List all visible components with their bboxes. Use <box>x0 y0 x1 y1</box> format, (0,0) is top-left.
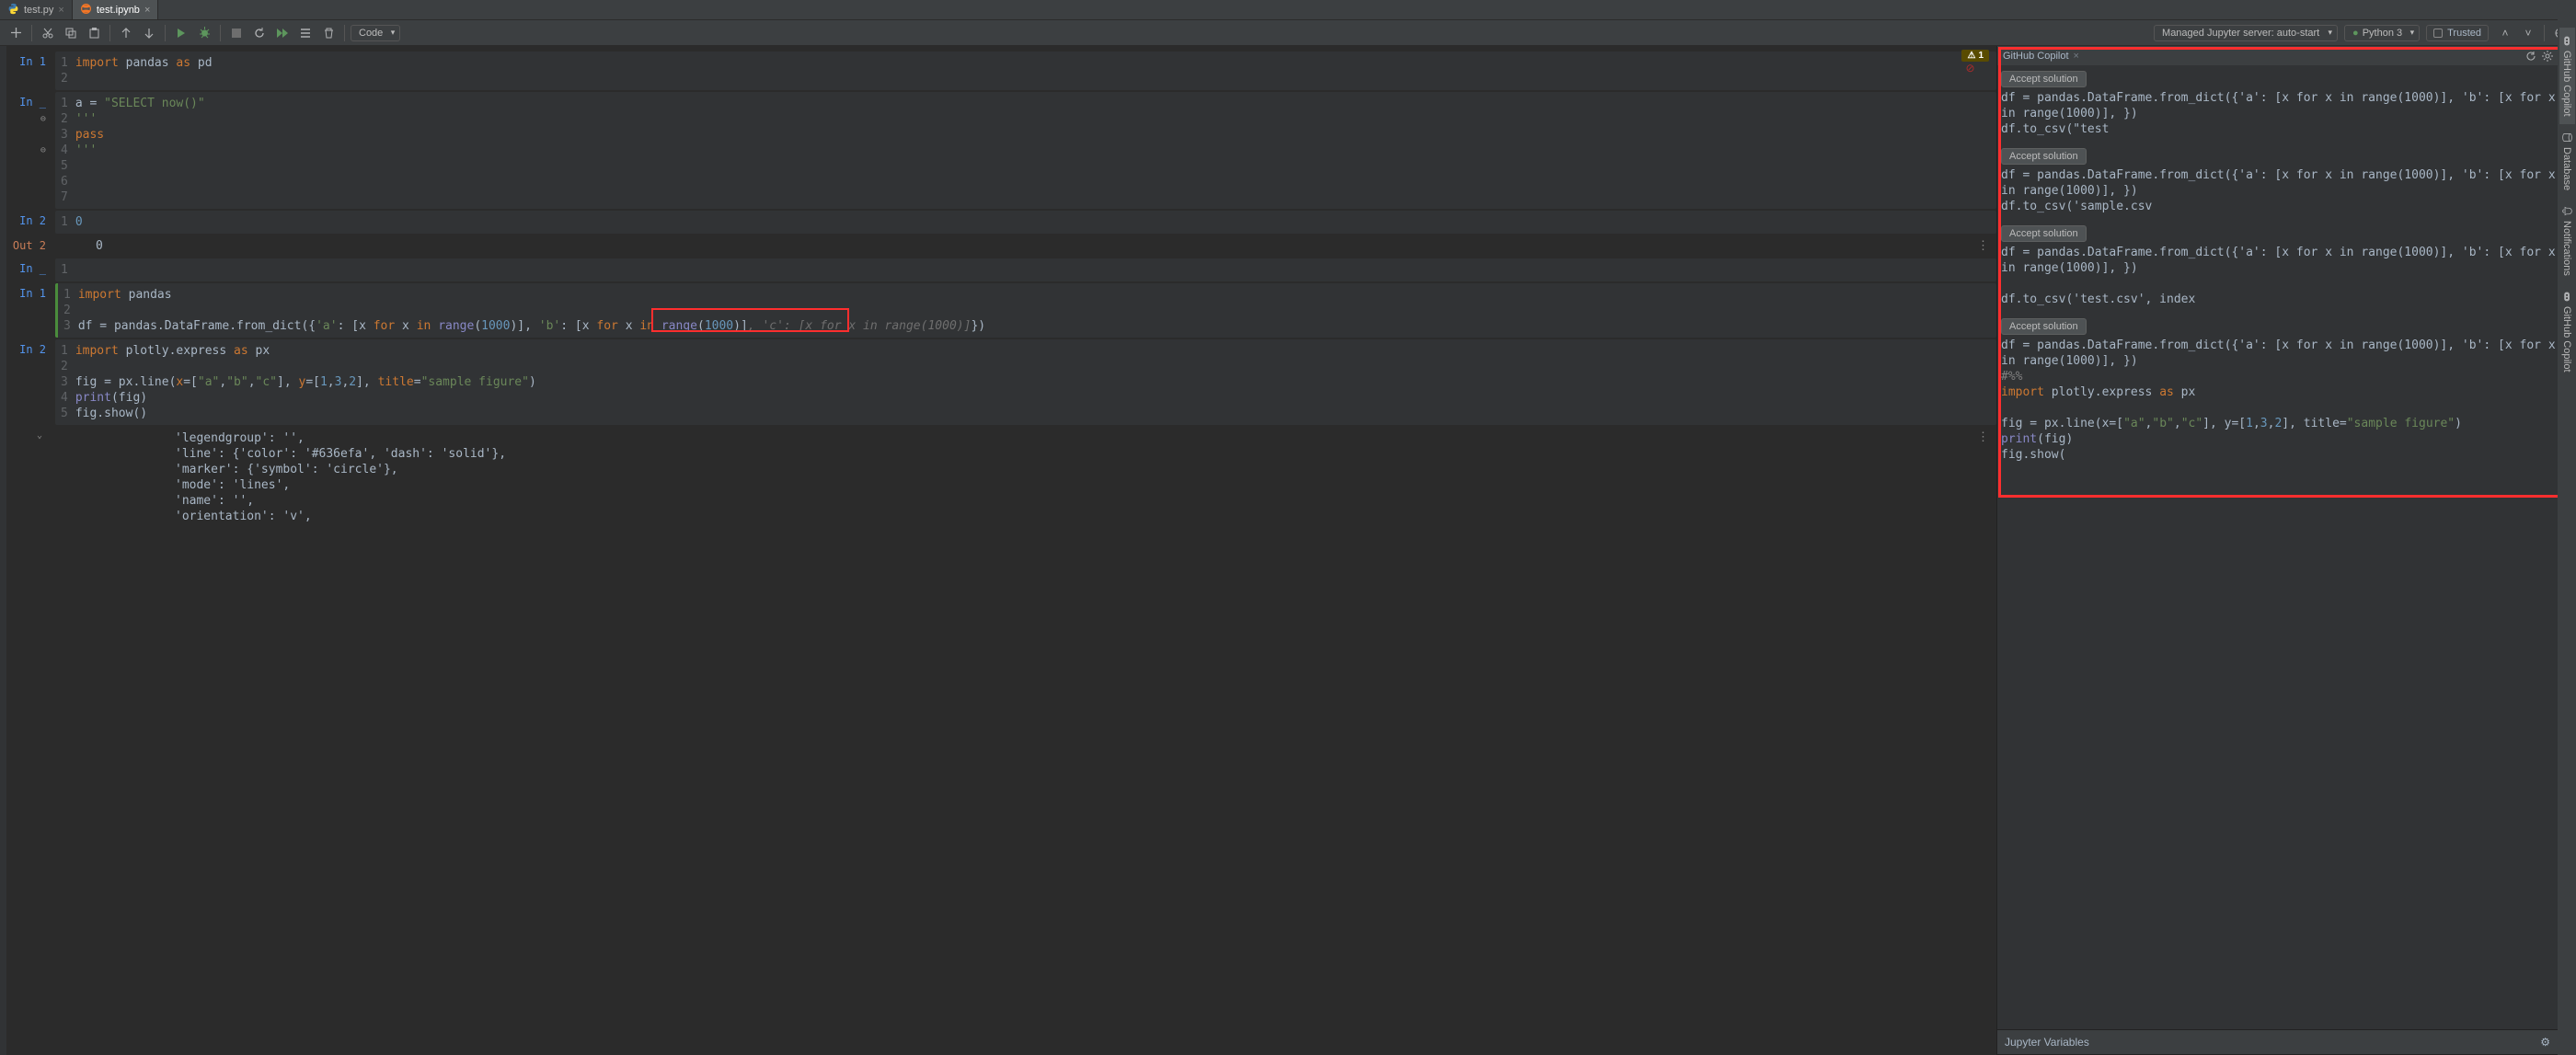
warning-badge[interactable]: ⚠ 1 <box>1961 50 1989 62</box>
close-icon[interactable]: × <box>144 5 150 16</box>
cell-prompt: In 2 <box>0 339 55 425</box>
overflow-icon[interactable]: ⋮ <box>1977 430 1989 444</box>
output-cell: ⌄⋮'legendgroup': '','line': {'color': '#… <box>55 427 1996 528</box>
tab-label: test.ipynb <box>97 5 140 16</box>
move-down-button[interactable] <box>139 23 159 43</box>
notebook-editor[interactable]: ⚠ 1 ⊘ In 112import pandas as pd In _1234… <box>0 46 1996 1055</box>
variables-button[interactable] <box>295 23 316 43</box>
copilot-icon <box>2561 35 2573 47</box>
cell-prompt: In 2 <box>0 211 55 234</box>
accept-solution-button[interactable]: Accept solution <box>2001 71 2087 87</box>
code-cell[interactable]: 10 <box>55 211 1996 234</box>
clear-output-button[interactable] <box>318 23 339 43</box>
solution-code: df = pandas.DataFrame.from_dict({'a': [x… <box>2001 338 2570 463</box>
gear-icon[interactable] <box>2542 51 2553 62</box>
cell-prompt: In 1 <box>0 283 55 338</box>
python-icon <box>7 3 19 17</box>
cell-prompt: Out 2 <box>0 235 55 257</box>
database-icon <box>2561 132 2573 143</box>
tool-window-tab[interactable]: Notifications <box>2559 198 2575 283</box>
copilot-icon <box>2561 291 2573 303</box>
close-icon[interactable]: × <box>2074 51 2079 62</box>
solution-code: df = pandas.DataFrame.from_dict({'a': [x… <box>2001 245 2570 307</box>
editor-tab[interactable]: test.ipynb × <box>73 0 159 19</box>
output-cell: ⋮0 <box>55 235 1996 257</box>
gear-icon[interactable]: ⚙ <box>2540 1036 2550 1049</box>
jupyter-variables-title: Jupyter Variables <box>2005 1036 2540 1049</box>
cell-prompt <box>0 427 55 528</box>
chevron-down-icon[interactable]: ˅ <box>2518 23 2538 43</box>
editor-tab[interactable]: test.py × <box>0 0 73 19</box>
move-up-button[interactable] <box>116 23 136 43</box>
jupyter-icon <box>80 3 92 17</box>
code-cell[interactable]: 123import pandas df = pandas.DataFrame.f… <box>55 283 1996 338</box>
cell-type-selector[interactable]: Code <box>351 25 400 41</box>
restart-button[interactable] <box>249 23 270 43</box>
code-cell[interactable]: 1234567a = "SELECT now()"⊖'''pass⊖''' <box>55 92 1996 209</box>
cell-prompt: In 1 <box>0 52 55 90</box>
code-cell[interactable]: 12import pandas as pd <box>55 52 1996 90</box>
tool-window-tab[interactable]: GitHub Copilot <box>2559 283 2575 380</box>
kernel-selector[interactable]: ●Python 3 <box>2344 25 2420 41</box>
tool-window-tab[interactable]: Database <box>2559 124 2575 198</box>
accept-solution-button[interactable]: Accept solution <box>2001 225 2087 242</box>
paste-button[interactable] <box>84 23 104 43</box>
debug-cell-button[interactable] <box>194 23 214 43</box>
run-all-button[interactable] <box>272 23 293 43</box>
overflow-icon[interactable]: ⋮ <box>1977 239 1989 253</box>
editor-tabs: test.py × test.ipynb × <box>0 0 2576 20</box>
close-icon[interactable]: × <box>58 5 63 16</box>
bell-icon <box>2561 205 2573 217</box>
copy-button[interactable] <box>61 23 81 43</box>
interrupt-button[interactable] <box>226 23 247 43</box>
copilot-title: GitHub Copilot <box>2003 51 2069 62</box>
trusted-indicator[interactable]: Trusted <box>2426 25 2489 41</box>
accept-solution-button[interactable]: Accept solution <box>2001 148 2087 165</box>
code-cell[interactable]: 12345import plotly.express as px fig = p… <box>55 339 1996 425</box>
jupyter-variables-panel[interactable]: Jupyter Variables ⚙ — <box>1997 1029 2576 1055</box>
tab-label: test.py <box>24 5 53 16</box>
solution-code: df = pandas.DataFrame.from_dict({'a': [x… <box>2001 167 2570 214</box>
jupyter-server-selector[interactable]: Managed Jupyter server: auto-start <box>2154 25 2338 41</box>
add-cell-button[interactable] <box>6 23 26 43</box>
fold-icon[interactable]: ⌄ <box>37 430 42 441</box>
accept-solution-button[interactable]: Accept solution <box>2001 318 2087 335</box>
right-tool-window-tabs: GitHub CopilotDatabaseNotificationsGitHu… <box>2558 0 2576 1055</box>
tool-window-tab[interactable]: GitHub Copilot <box>2559 28 2575 124</box>
copilot-panel-header: GitHub Copilot × — <box>1997 46 2576 65</box>
refresh-icon[interactable] <box>2525 51 2536 62</box>
cut-button[interactable] <box>38 23 58 43</box>
code-cell[interactable]: 1 <box>55 258 1996 281</box>
run-cell-button[interactable] <box>171 23 191 43</box>
cell-prompt: In _ <box>0 258 55 281</box>
chevron-up-icon[interactable]: ˄ <box>2495 23 2515 43</box>
solution-code: df = pandas.DataFrame.from_dict({'a': [x… <box>2001 90 2570 137</box>
copilot-solutions: Accept solution df = pandas.DataFrame.fro… <box>1997 65 2576 1029</box>
cell-prompt: In _ <box>0 92 55 209</box>
notebook-toolbar: Code Managed Jupyter server: auto-start … <box>0 20 2576 46</box>
